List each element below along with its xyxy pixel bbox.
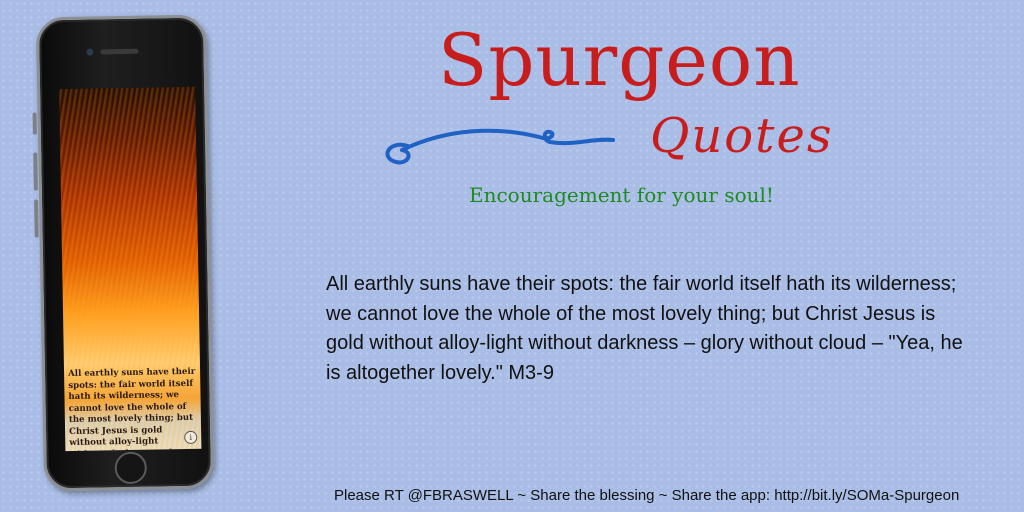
footer-text: Please RT @FBRASWELL ~ Share the blessin…	[334, 487, 960, 504]
phone-side-button	[32, 112, 37, 135]
phone-mockup: All earthly suns have their spots: the f…	[32, 14, 215, 492]
phone-camera	[86, 48, 94, 56]
decorative-swash	[385, 128, 615, 165]
phone-volume-up	[33, 152, 38, 191]
phone-screen: All earthly suns have their spots: the f…	[59, 86, 202, 452]
phone-screen-quote: All earthly suns have their spots: the f…	[68, 366, 196, 451]
phone-volume-down	[34, 199, 39, 238]
quote-text: All earthly suns have their spots: the f…	[326, 273, 963, 384]
quotes-script-word: Quotes	[650, 108, 834, 164]
phone-speaker	[100, 48, 139, 55]
page-title: Spurgeon	[438, 18, 801, 102]
tagline: Encouragement for your soul!	[469, 183, 774, 207]
